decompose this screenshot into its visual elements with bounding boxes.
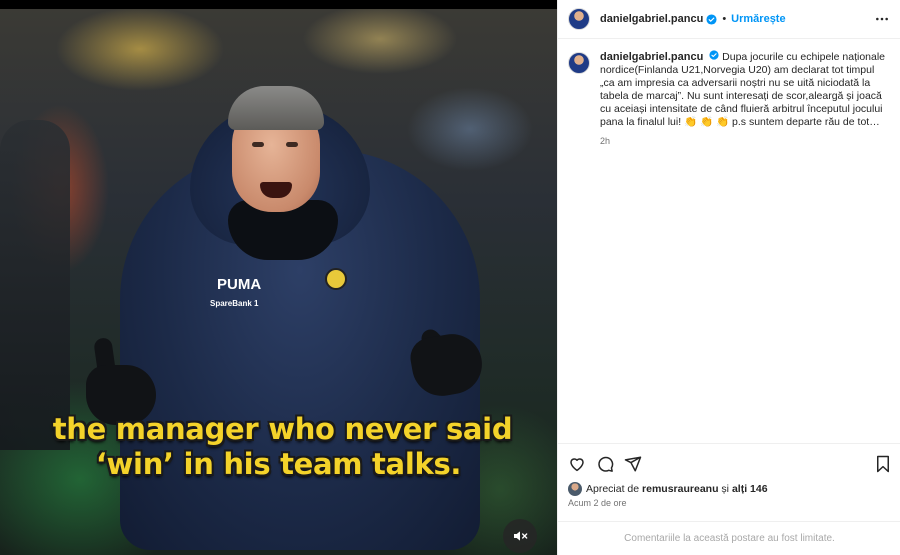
likes-conjunction: și [721, 483, 730, 495]
club-crest [325, 268, 347, 290]
jacket-sponsor-logo: SpareBank 1 [210, 299, 259, 308]
follow-button[interactable]: Urmărește [731, 13, 785, 25]
more-options-icon[interactable] [875, 12, 889, 31]
caption-author-username[interactable]: danielgabriel.pancu [600, 51, 703, 63]
mute-button[interactable] [503, 519, 537, 553]
likes-summary: Apreciat de remusraureanu și alți 146 [568, 482, 768, 496]
like-button[interactable] [568, 455, 586, 478]
coach-hair [228, 86, 324, 130]
post-header: danielgabriel.pancu • Urmărește [558, 0, 900, 39]
caption-author-avatar[interactable] [568, 52, 590, 74]
post-media[interactable]: PUMA SpareBank 1 the manager who never s… [0, 0, 557, 555]
media-top-bar [0, 0, 557, 9]
background-person [0, 120, 70, 450]
heart-icon [570, 458, 584, 472]
post-action-bar [558, 443, 900, 483]
coach-eye-right [286, 142, 298, 147]
speaker-muted-icon [514, 531, 528, 541]
comment-button[interactable] [596, 455, 614, 478]
verified-badge-icon [709, 50, 719, 60]
share-button[interactable] [624, 455, 642, 478]
verified-badge-icon [706, 13, 717, 25]
liker-avatar[interactable] [568, 482, 582, 496]
share-icon [624, 456, 642, 472]
save-button[interactable] [875, 455, 891, 478]
post-caption-comment: danielgabriel.pancu Dupa jocurile cu ech… [568, 50, 890, 148]
comment-icon [598, 456, 614, 472]
jacket-brand-logo: PUMA [217, 276, 262, 293]
liker-username[interactable]: remusraureanu [642, 483, 718, 495]
bookmark-icon [877, 455, 889, 473]
coach-eye-left [252, 142, 264, 147]
caption-timestamp[interactable]: 2h [600, 135, 890, 148]
likes-others-link[interactable]: alți 146 [732, 483, 768, 495]
comments-limited-notice: Comentariile la această postare au fost … [558, 521, 900, 555]
author-username[interactable]: danielgabriel.pancu [600, 13, 703, 25]
post-side-panel: danielgabriel.pancu • Urmărește danielga… [557, 0, 900, 555]
caption-body: danielgabriel.pancu Dupa jocurile cu ech… [600, 50, 890, 148]
media-caption: the manager who never said ‘win’ in his … [0, 412, 557, 482]
caption-line-1: the manager who never said [52, 412, 513, 446]
header-separator: • [722, 13, 727, 25]
caption-line-2: ‘win’ in his team talks. [95, 447, 462, 481]
post-timestamp[interactable]: Acum 2 de ore [568, 498, 627, 508]
likes-prefix: Apreciat de [586, 483, 640, 495]
author-avatar[interactable] [568, 8, 590, 30]
